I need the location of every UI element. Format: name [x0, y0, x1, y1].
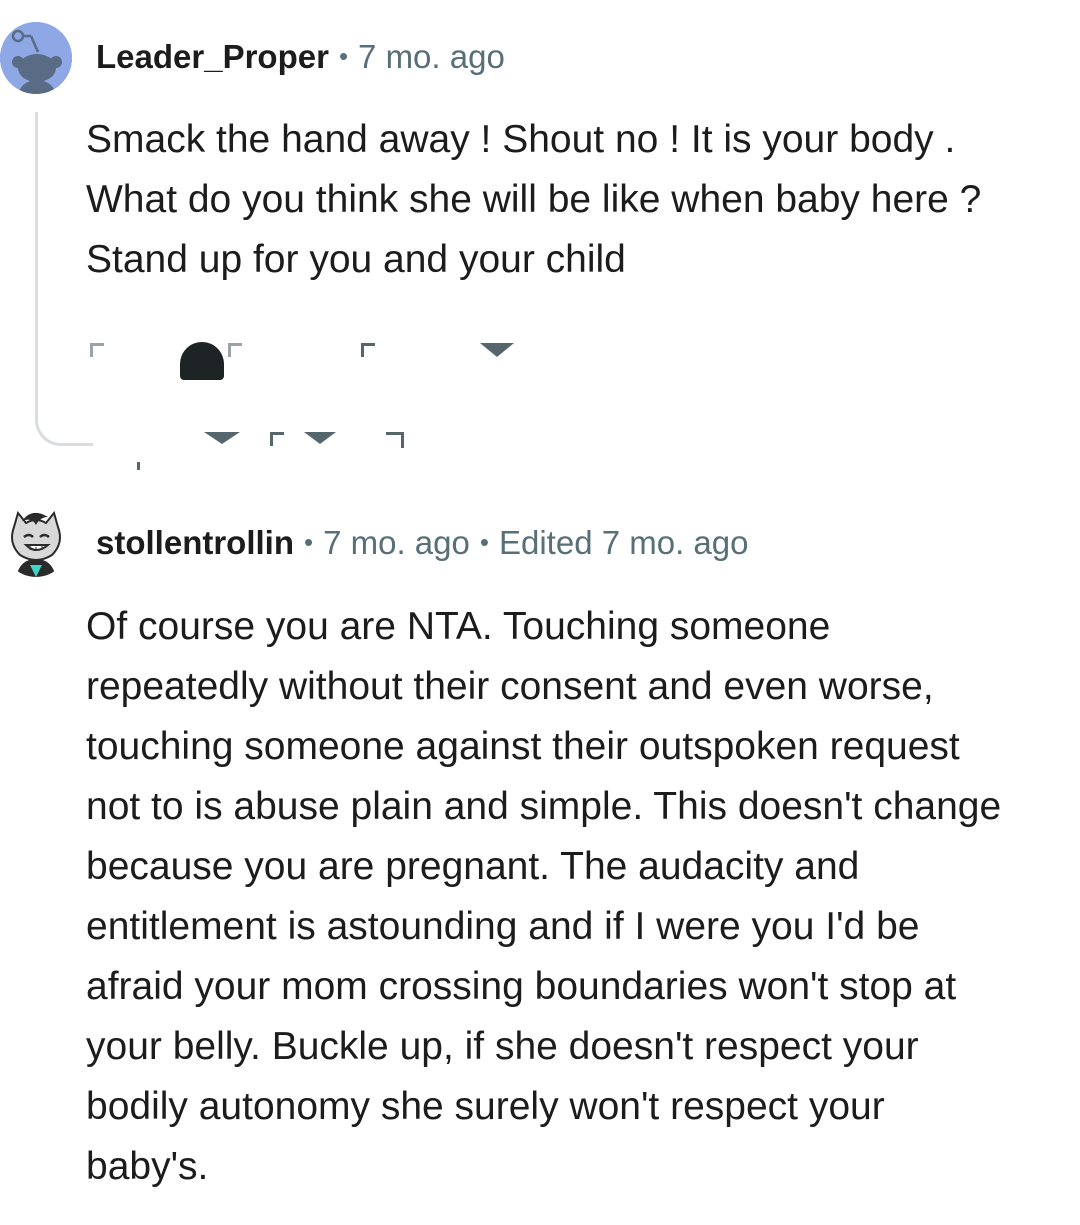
artifact-mark — [90, 343, 104, 357]
comment-line: because you are pregnant. The audacity a… — [86, 845, 860, 888]
artifact-mark — [361, 343, 375, 357]
artifact-mark — [304, 432, 336, 444]
artifact-mark — [386, 432, 404, 448]
comment-line: your belly. Buckle up, if she doesn't re… — [86, 1025, 919, 1068]
comment-line: bodily autonomy she surely won't respect… — [86, 1085, 885, 1128]
comment-line: repeatedly without their consent and eve… — [86, 665, 934, 708]
cartoon-wolf-avatar-icon — [2, 505, 70, 577]
comment-line: entitlement is astounding and if I were … — [86, 905, 920, 948]
comment-line: baby's. — [86, 1145, 209, 1188]
comment-line: What do you think she will be like when … — [86, 178, 982, 221]
user-avatar[interactable] — [2, 505, 70, 577]
meta-separator: • — [338, 41, 349, 71]
reddit-snoo-avatar-icon — [0, 22, 72, 94]
comment-timestamp: 7 mo. ago — [323, 524, 470, 561]
thread-connector-line[interactable] — [35, 112, 93, 446]
comment-meta: stollentrollin • 7 mo. ago • Edited 7 mo. ag… — [96, 523, 748, 565]
comment-body: Of course you are NTA. Touching someone … — [86, 597, 1001, 1197]
comment-meta: Leader_Proper • 7 mo. ago — [96, 37, 505, 79]
user-avatar[interactable] — [0, 22, 72, 94]
comment-body: Smack the hand away ! Shout no ! It is y… — [86, 110, 981, 290]
comment-author[interactable]: stollentrollin — [96, 524, 294, 561]
edited-label: Edited 7 mo. ago — [498, 524, 749, 561]
artifact-mark — [228, 343, 242, 357]
comment-line: Of course you are NTA. Touching someone — [86, 605, 831, 648]
artifact-blob — [180, 342, 224, 380]
artifact-mark — [270, 432, 284, 446]
comment-timestamp: 7 mo. ago — [358, 38, 505, 75]
artifact-mark — [480, 343, 514, 357]
comment-line: Smack the hand away ! Shout no ! It is y… — [86, 118, 956, 161]
meta-separator: • — [479, 527, 489, 557]
meta-separator: • — [304, 527, 314, 557]
artifact-mark — [204, 432, 240, 444]
comment-line: afraid your mom crossing boundaries won'… — [86, 965, 957, 1008]
artifact-mark — [137, 462, 140, 470]
comment-line: not to is abuse plain and simple. This d… — [86, 785, 1002, 828]
comment-line: touching someone against their outspoken… — [86, 725, 960, 768]
comment-author[interactable]: Leader_Proper — [96, 38, 329, 75]
comment-line: Stand up for you and your child — [86, 238, 626, 281]
